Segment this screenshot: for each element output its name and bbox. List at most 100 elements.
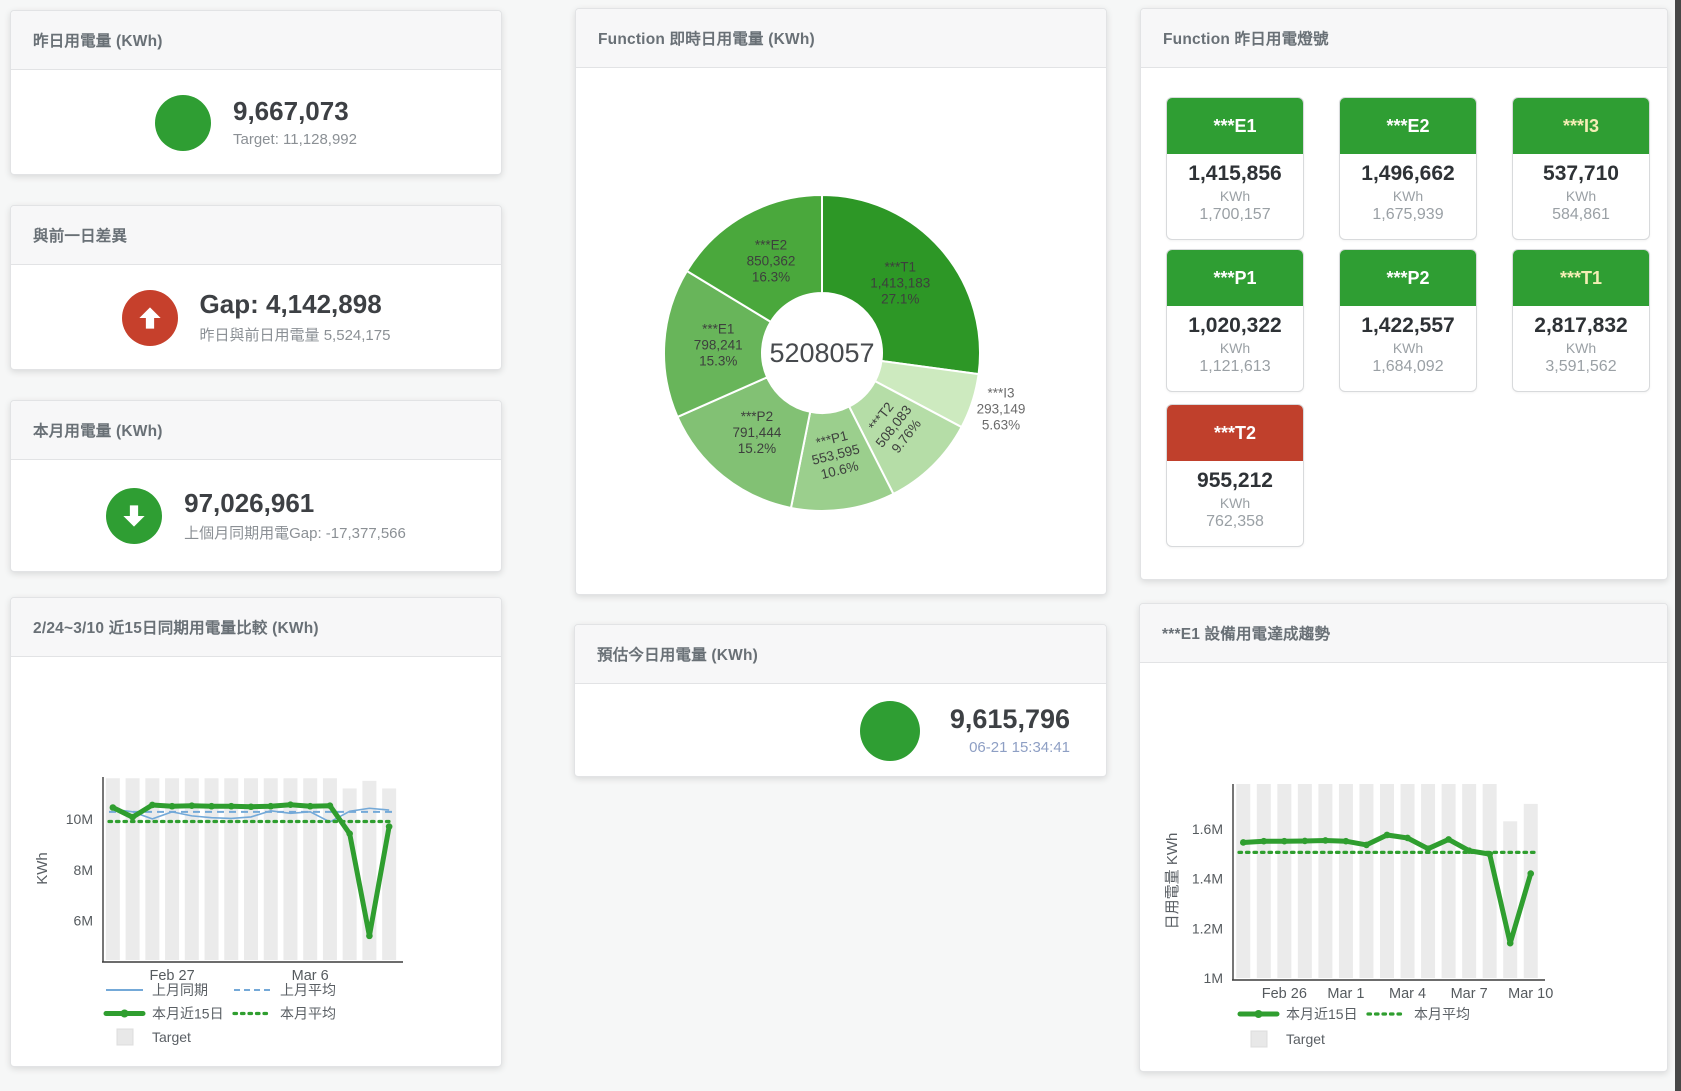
tile-previous-value: 584,861	[1513, 206, 1649, 224]
status-ok-icon	[860, 701, 920, 761]
vertical-scrollbar[interactable]	[1675, 0, 1681, 1091]
tile-name: ***T1	[1513, 250, 1649, 306]
series-point	[1363, 842, 1370, 849]
svg-text:27.1%: 27.1%	[881, 292, 919, 307]
svg-text:上月平均: 上月平均	[280, 982, 336, 998]
svg-text:上月同期: 上月同期	[152, 982, 208, 998]
legend-item-上月平均[interactable]: 上月平均	[234, 982, 336, 998]
tile-value: 1,020,322	[1167, 314, 1303, 338]
y-axis-title: 日用電量 KWh	[1164, 833, 1181, 930]
compare-15day-chart[interactable]: 6M8M10MKWhFeb 27Mar 6上月同期上月平均本月近15日本月平均T…	[11, 598, 501, 1066]
day-gap-card: 與前一日差異 Gap: 4,142,898 昨日與前日用電量 5,524,175	[10, 205, 502, 370]
tile-unit: KWh	[1167, 495, 1303, 511]
series-point	[110, 804, 117, 811]
tile-value: 2,817,832	[1513, 314, 1649, 338]
tile-unit: KWh	[1340, 188, 1476, 204]
series-point	[1302, 838, 1309, 845]
target-bar	[1318, 784, 1332, 978]
tile-unit: KWh	[1513, 340, 1649, 356]
tile-unit: KWh	[1340, 340, 1476, 356]
svg-text:293,149: 293,149	[977, 402, 1026, 417]
tile-name: ***I3	[1513, 98, 1649, 154]
day-gap-value: Gap: 4,142,898	[200, 290, 391, 319]
svg-text:791,444: 791,444	[733, 425, 782, 440]
yesterday-usage-target: Target: 11,128,992	[233, 131, 357, 148]
yesterday-usage-card: 昨日用電量 (KWh) 9,667,073 Target: 11,128,992	[10, 10, 502, 175]
tile-name: ***E1	[1167, 98, 1303, 154]
card-title: 與前一日差異	[11, 206, 501, 265]
svg-text:15.3%: 15.3%	[699, 353, 737, 368]
tile-value: 1,496,662	[1340, 162, 1476, 186]
series-point	[287, 801, 294, 808]
arrow-up-icon	[122, 290, 178, 346]
target-bar	[1339, 784, 1353, 978]
x-tick-label: Mar 1	[1327, 986, 1364, 1002]
series-point	[346, 830, 353, 837]
series-point	[1445, 836, 1452, 843]
month-usage-card: 本月用電量 (KWh) 97,026,961 上個月同期用電Gap: -17,3…	[10, 400, 502, 572]
svg-text:***E1: ***E1	[702, 321, 734, 336]
target-bar	[1380, 784, 1394, 978]
legend-item-本月近15日[interactable]: 本月近15日	[106, 1006, 224, 1022]
today-estimate-timestamp: 06-21 15:34:41	[950, 739, 1070, 756]
tile-previous-value: 1,121,613	[1167, 358, 1303, 376]
legend-item-Target[interactable]: Target	[117, 1029, 191, 1045]
status-tile-T1[interactable]: ***T1 2,817,832 KWh 3,591,562	[1512, 249, 1650, 392]
status-tile-P2[interactable]: ***P21,422,557KWh1,684,092	[1339, 249, 1477, 392]
svg-text:本月平均: 本月平均	[1414, 1006, 1470, 1022]
realtime-usage-donut-card: Function 即時日用電量 (KWh) ***T11,413,18327.1…	[575, 8, 1107, 595]
legend-item-上月同期[interactable]: 上月同期	[106, 982, 208, 998]
y-tick-label: 10M	[66, 811, 93, 827]
svg-text:1,413,183: 1,413,183	[870, 276, 930, 291]
tile-value: 955,212	[1167, 469, 1303, 493]
tile-name: ***E2	[1340, 98, 1476, 154]
series-point	[1281, 838, 1288, 845]
y-tick-label: 1M	[1204, 970, 1223, 986]
series-point	[208, 803, 215, 810]
legend-item-本月近15日[interactable]: 本月近15日	[1240, 1006, 1358, 1022]
e1-trend-chart-card: ***E1 設備用電達成趨勢 1M1.2M1.4M1.6M日用電量 KWhFeb…	[1139, 603, 1668, 1072]
series-point	[149, 802, 156, 809]
status-tile-E2[interactable]: ***E2 1,496,662 KWh 1,675,939	[1339, 97, 1477, 240]
svg-text:***T1: ***T1	[885, 260, 917, 275]
today-estimate-value: 9,615,796	[950, 705, 1070, 735]
card-title: Function 昨日用電燈號	[1141, 9, 1667, 68]
legend-item-本月平均[interactable]: 本月平均	[1368, 1006, 1470, 1022]
month-usage-gap: 上個月同期用電Gap: -17,377,566	[184, 522, 406, 543]
tile-previous-value: 3,591,562	[1513, 358, 1649, 376]
legend-item-Target[interactable]: Target	[1251, 1031, 1325, 1047]
tile-value: 537,710	[1513, 162, 1649, 186]
donut-center-total: 5208057	[769, 338, 874, 368]
series-point	[366, 933, 373, 940]
tile-unit: KWh	[1167, 340, 1303, 356]
series-point	[307, 803, 314, 810]
card-title: 昨日用電量 (KWh)	[11, 11, 501, 70]
status-tile-I3[interactable]: ***I3537,710KWh584,861	[1512, 97, 1650, 240]
x-tick-label: Mar 10	[1508, 986, 1553, 1002]
status-tile-P1[interactable]: ***P11,020,322KWh1,121,613	[1166, 249, 1304, 392]
status-tile-E1[interactable]: ***E11,415,856KWh1,700,157	[1166, 97, 1304, 240]
e1-trend-chart[interactable]: 1M1.2M1.4M1.6M日用電量 KWhFeb 26Mar 1Mar 4Ma…	[1140, 604, 1667, 1071]
arrow-down-icon	[106, 488, 162, 544]
series-point	[1384, 832, 1391, 839]
y-tick-label: 1.4M	[1192, 871, 1223, 887]
svg-text:本月近15日: 本月近15日	[1286, 1006, 1358, 1022]
tile-name: ***T2	[1167, 405, 1303, 461]
realtime-usage-donut-chart[interactable]: ***T11,413,18327.1%***I3293,1495.63%***T…	[576, 9, 1106, 594]
target-bar	[1401, 784, 1415, 978]
series-point	[267, 803, 274, 810]
legend-item-本月平均[interactable]: 本月平均	[234, 1006, 336, 1022]
svg-text:798,241: 798,241	[694, 337, 743, 352]
series-point	[1527, 870, 1534, 877]
target-bar	[126, 778, 140, 960]
series-point	[1322, 837, 1329, 844]
series-point	[228, 803, 235, 810]
y-tick-label: 8M	[74, 862, 93, 878]
month-usage-value: 97,026,961	[184, 489, 406, 518]
svg-text:15.2%: 15.2%	[738, 441, 776, 456]
svg-text:Target: Target	[152, 1029, 191, 1045]
tile-previous-value: 1,675,939	[1340, 206, 1476, 224]
svg-text:850,362: 850,362	[747, 253, 796, 268]
target-bar	[1298, 784, 1312, 978]
status-tile-T2[interactable]: ***T2955,212KWh762,358	[1166, 404, 1304, 547]
